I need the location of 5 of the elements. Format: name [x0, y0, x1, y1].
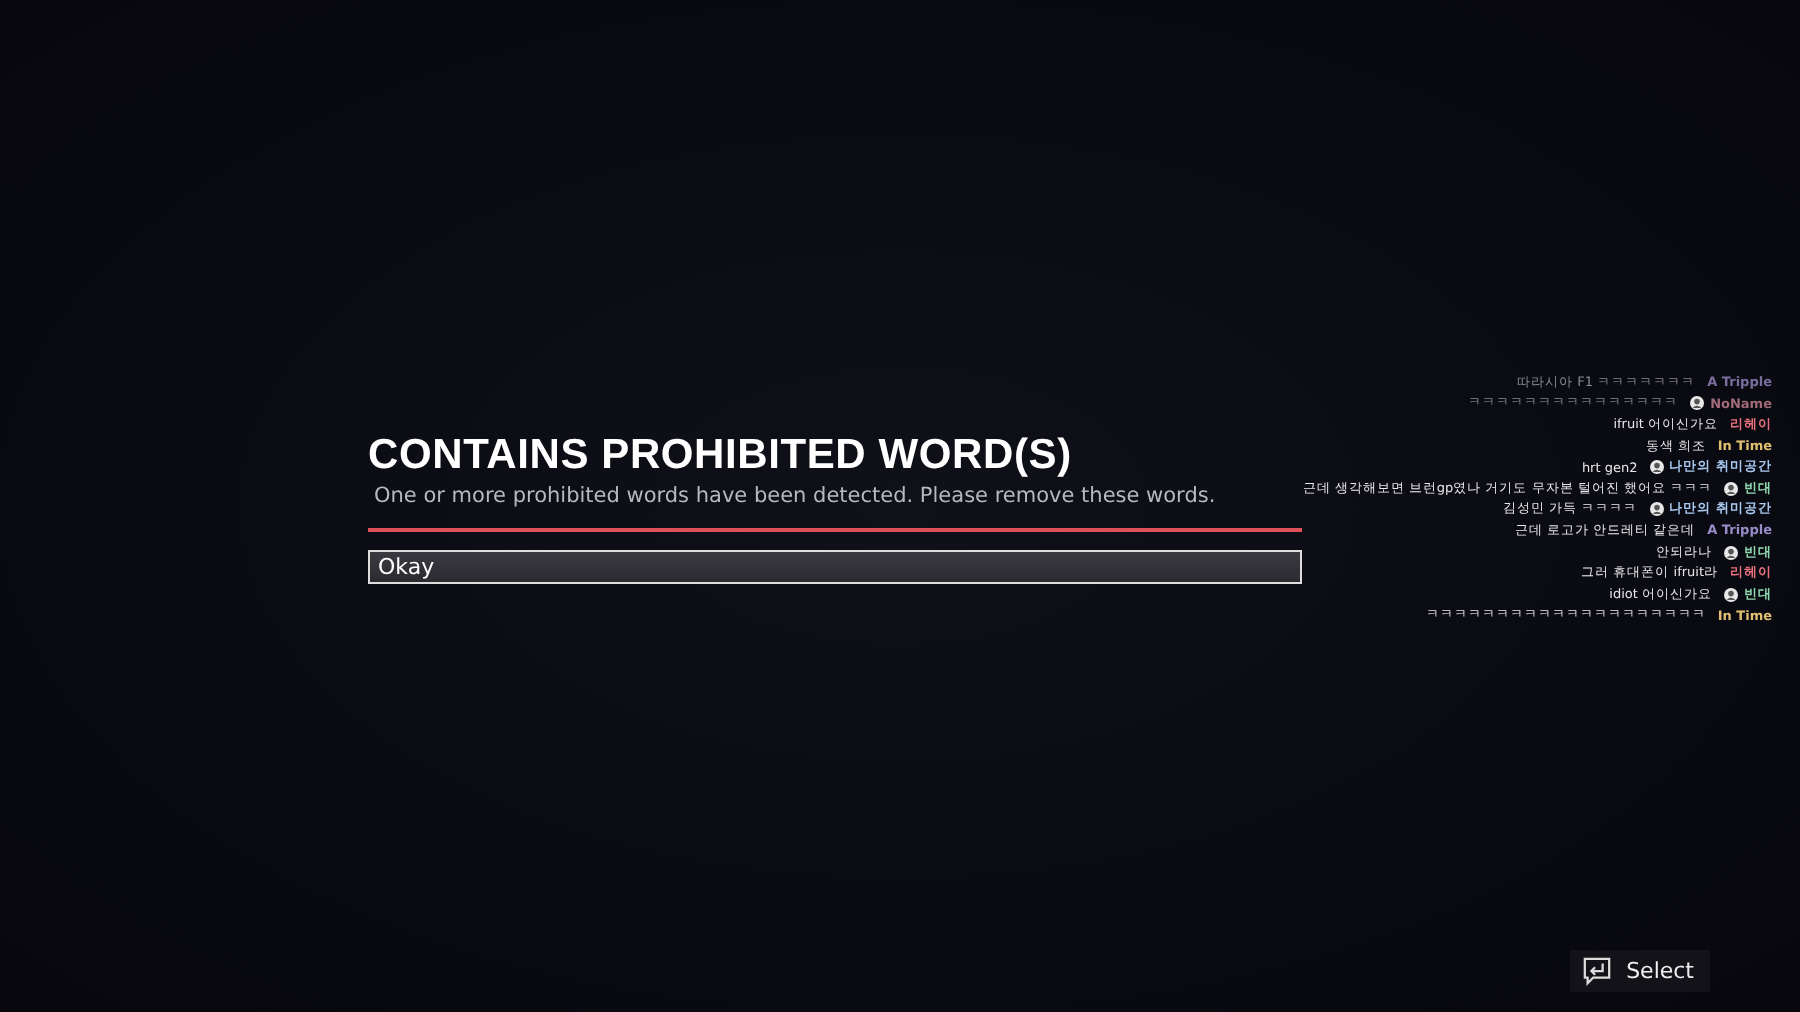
select-button[interactable]: Select: [1570, 950, 1710, 992]
dialog-title: CONTAINS PROHIBITED WORD(S): [368, 432, 1074, 480]
enter-key-icon: [1582, 956, 1613, 986]
dialog-message: One or more prohibited words have been detected. Please remove these words.: [374, 484, 1218, 508]
okay-button[interactable]: Okay: [368, 550, 1303, 584]
